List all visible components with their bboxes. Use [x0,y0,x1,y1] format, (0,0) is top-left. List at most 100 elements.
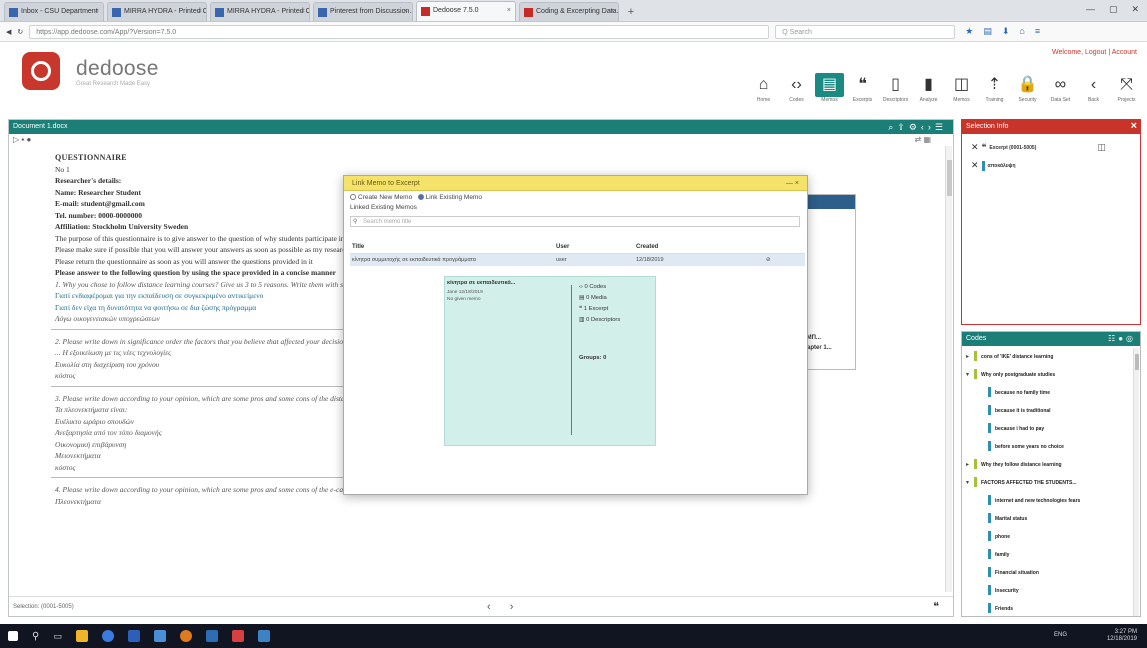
toolbar-button-home[interactable]: ⌂ Home [749,73,778,111]
modal-close-button[interactable]: — × [786,176,799,191]
remove-icon[interactable]: ✕ [971,142,979,153]
toolbar-button-data-set[interactable]: ∞ Data Set [1046,73,1075,111]
tab-close-icon[interactable]: × [301,3,305,21]
link-memo-label[interactable]: Link Existing Memo [426,194,482,201]
browser-icon[interactable] [153,630,166,642]
firefox-icon[interactable] [179,630,192,642]
minimize-button[interactable]: — [1086,4,1095,15]
toolbar-button-codes[interactable]: ‹› Codes [782,73,811,111]
star-icon[interactable]: ★ [965,26,973,37]
copy-icon[interactable]: ◫ [1097,142,1106,153]
document-panel-header-icons[interactable]: ⌕⇪⚙‹›☰ [888,120,947,134]
address-input[interactable]: https://app.dedoose.com/App/?Version=7.5… [29,24,770,39]
memo-search-input[interactable]: ⚲ Search memo title [350,216,800,227]
file-explorer-icon[interactable] [75,630,88,642]
expand-toggle-icon[interactable]: ▸ [966,458,974,472]
toolbar-button-memos[interactable]: ▤ Memos [815,73,844,111]
app2-icon[interactable] [231,630,244,642]
app3-icon[interactable] [257,630,270,642]
column-title[interactable]: Title [352,244,364,250]
download-icon[interactable]: ⬇ [1002,26,1010,37]
code-item[interactable]: because no family time [980,386,1050,400]
create-memo-label[interactable]: Create New Memo [358,194,412,201]
browser-tab[interactable]: MIRRA HYDRA - Printed C... × [107,2,207,21]
expand-toggle-icon[interactable]: ▸ [966,350,974,364]
code-item[interactable]: phone [980,530,1010,544]
code-item[interactable]: Friends [980,602,1013,616]
codes-panel-icons[interactable]: ☷●◎ [1108,332,1136,346]
system-tray[interactable]: 3:27 PM 12/18/2019 [1107,629,1137,643]
browser-tab[interactable]: MIRRA HYDRA - Printed C... × [210,2,310,21]
toolbar-button-training[interactable]: ⇡ Training [980,73,1009,111]
close-icon[interactable]: × [1131,119,1137,133]
toolbar-button-security[interactable]: 🔒 Security [1013,73,1042,111]
logout-link[interactable]: Logout | Account [1085,49,1137,56]
search-icon[interactable]: ⚲ [32,631,39,642]
tab-close-icon[interactable]: × [404,3,408,21]
document-subtoolbar: ▷ ▪ ● ⇄ ▦ [9,134,953,146]
word-icon[interactable] [127,630,140,642]
browser-tab[interactable]: Coding & Excerpting Data... × [519,2,619,21]
column-user[interactable]: User [556,244,569,250]
browser-tab[interactable]: Dedoose 7.5.0 × [416,1,516,21]
document-scrollbar[interactable] [945,146,952,592]
expand-toggle-icon[interactable]: ▾ [966,476,974,490]
browser-tab[interactable]: Inbox - CSU Department × [4,2,104,21]
lock-doc-icon[interactable]: ▪ [21,135,24,144]
browser-search-input[interactable]: Q Search [775,24,956,39]
code-item[interactable]: because it is traditional [980,404,1051,418]
new-tab-button[interactable]: + [622,3,640,21]
code-item[interactable]: Insecurity [980,584,1019,598]
code-item[interactable]: before some years no choice [980,440,1064,454]
chrome-icon[interactable] [101,630,114,642]
maximize-button[interactable]: ▢ [1109,4,1118,15]
code-item[interactable]: Marital status [980,512,1027,526]
excerpt-quote-icon[interactable]: ❝ [933,597,939,617]
remove-icon[interactable]: ✕ [971,160,979,171]
close-window-button[interactable]: ✕ [1131,4,1139,15]
code-item[interactable]: Financial situation [980,566,1039,580]
code-item[interactable]: ▸ Why they follow distance learning [966,458,1062,472]
app-icon[interactable] [205,630,218,642]
toolbar-button-excerpts[interactable]: ❝ Excerpts [848,73,877,111]
unlink-icon[interactable]: ⊘ [766,254,771,266]
codes-scroll-thumb[interactable] [1135,354,1139,370]
refresh-icon[interactable]: ↻ [17,28,23,36]
info-icon[interactable]: ● [26,135,31,144]
code-item[interactable]: ▾ FACTORS AFFECTED THE STUDENTS... [966,476,1077,490]
selection-code-row[interactable]: ✕ αποκάλυψη [971,160,1016,171]
toolbar-button-descriptors[interactable]: ▯ Descriptors [881,73,910,111]
browser-tab[interactable]: Pinterest from Discussion... × [313,2,413,21]
document-page-nav[interactable]: ‹ › [487,597,521,617]
document-scroll-thumb[interactable] [947,160,952,196]
windows-start-icon[interactable] [8,631,18,641]
selection-excerpt-row[interactable]: ✕ ❝ Excerpt (0001-5005) ◫ [971,142,1106,153]
back-icon[interactable]: ◀ [6,28,11,36]
column-created[interactable]: Created [636,244,658,250]
filter-icon[interactable]: ▷ [13,135,19,144]
toolbar-button-analyze[interactable]: ▮ Analyze [914,73,943,111]
code-item[interactable]: ▾ Why only postgraduate studies [966,368,1055,382]
code-item[interactable]: because i had to pay [980,422,1044,436]
codes-scrollbar[interactable] [1133,348,1139,616]
tab-close-icon[interactable]: × [507,2,511,20]
task-view-icon[interactable]: ▭ [53,631,62,642]
toolbar-button-projects[interactable]: ⤧ Projects [1112,73,1141,111]
taskbar-language[interactable]: ENG [1054,632,1067,638]
menu-icon[interactable]: ≡ [1035,26,1040,37]
table-row[interactable]: κίνητρα συμμετοχής σε εκπαιδευτικά προγρ… [350,254,805,266]
toolbar-button-memos[interactable]: ◫ Memos [947,73,976,111]
link-memo-radio[interactable] [417,194,424,200]
tab-close-icon[interactable]: × [95,3,99,21]
code-item[interactable]: ▸ cons of 'IKE' distance learning [966,350,1053,364]
toolbar-button-back[interactable]: ‹ Back [1079,73,1108,111]
create-memo-radio[interactable] [350,194,356,200]
expand-toggle-icon[interactable]: ▾ [966,368,974,382]
tab-close-icon[interactable]: × [610,3,614,21]
code-item[interactable]: internet and new technologies fears [980,494,1080,508]
tab-close-icon[interactable]: × [198,3,202,21]
code-item[interactable]: family [980,548,1009,562]
home-browser-icon[interactable]: ⌂ [1019,26,1024,37]
doc-view-icons[interactable]: ⇄ ▦ [915,134,931,146]
bookmarks-icon[interactable]: ▤ [983,26,992,37]
